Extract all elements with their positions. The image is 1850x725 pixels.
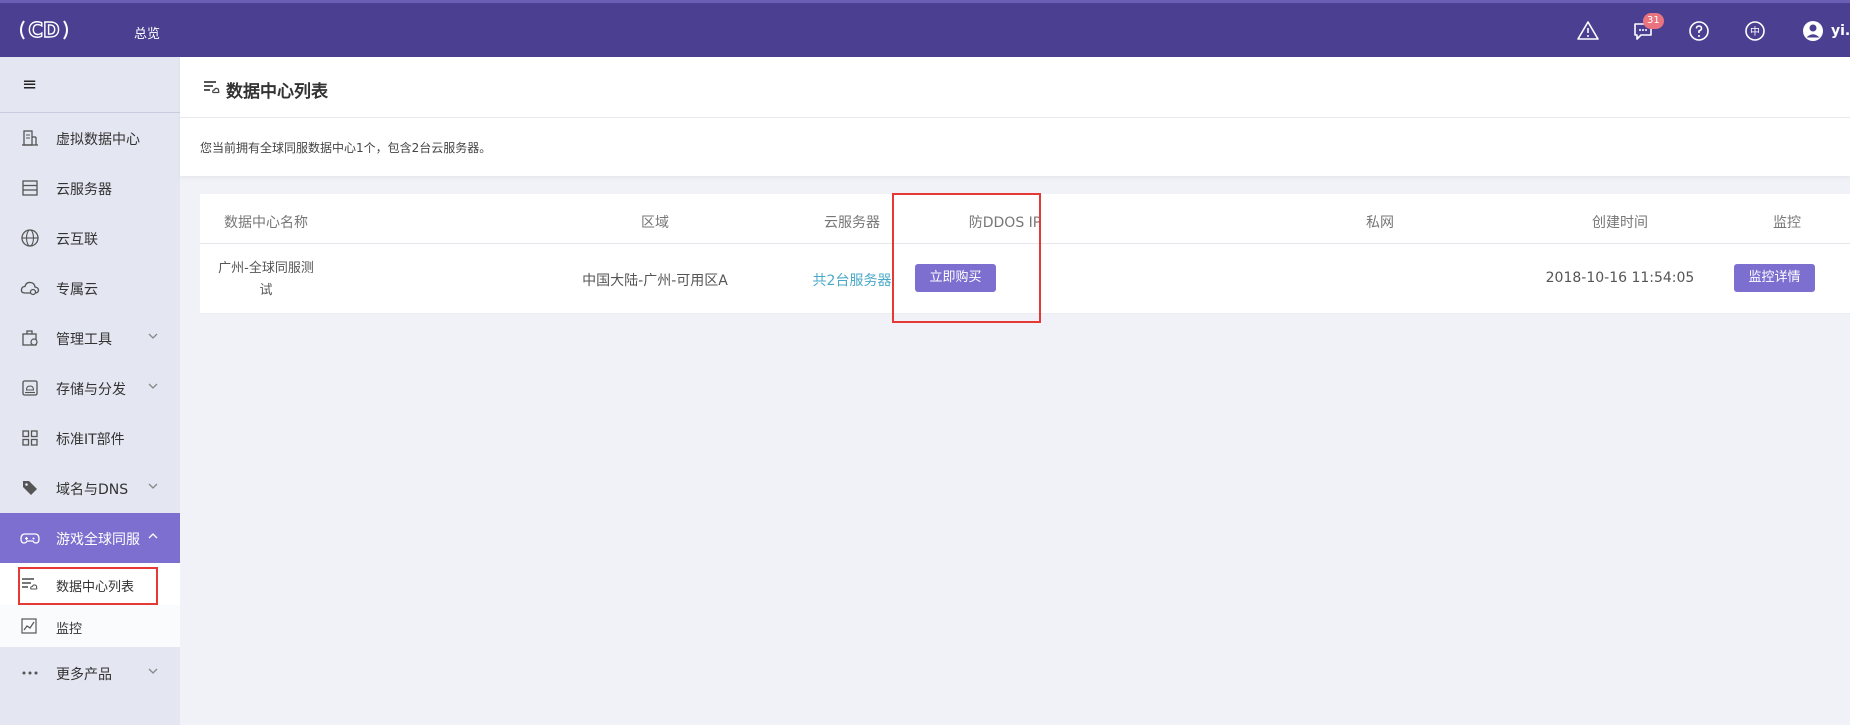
sidebar-subitem-label: 数据中心列表	[56, 580, 135, 595]
sidebar-item-virtual-dc[interactable]: 虚拟数据中心	[0, 113, 180, 163]
sidebar-item-label: 游戏全球同服	[56, 532, 140, 548]
sidebar-item-label: 专属云	[56, 282, 98, 298]
sidebar-subitem-datacenter-list[interactable]: 数据中心列表	[0, 563, 180, 605]
chevron-down-icon	[146, 329, 160, 343]
sidebar-item-cloud-server[interactable]: 云服务器	[0, 163, 180, 213]
more-icon	[20, 663, 40, 683]
created-time-cell: 2018-10-16 11:54:05	[1545, 270, 1695, 286]
language-icon[interactable]: 中	[1743, 19, 1767, 43]
sidebar-subitem-monitor[interactable]: 监控	[0, 605, 180, 647]
sidebar-toggle-button[interactable]: ≡	[0, 57, 180, 113]
sidebar-item-label: 标准IT部件	[56, 432, 125, 448]
datacenter-name: 广州-全球同服测 试	[218, 261, 314, 298]
row-divider	[200, 313, 1850, 314]
sidebar-subitem-label: 监控	[56, 622, 83, 637]
svg-text:CD: CD	[28, 18, 59, 42]
sidebar-item-cloud-interconnect[interactable]: 云互联	[0, 213, 180, 263]
chevron-up-icon	[146, 529, 160, 543]
svg-text:中: 中	[1750, 25, 1760, 38]
column-header: 防DDOS IP	[968, 215, 1042, 231]
sidebar-item-label: 虚拟数据中心	[56, 132, 140, 148]
storage-icon	[20, 378, 40, 398]
sidebar-item-label: 管理工具	[56, 332, 112, 348]
column-header: 区域	[641, 215, 669, 231]
column-header: 创建时间	[1592, 215, 1648, 231]
page-header: 数据中心列表 您当前拥有全球同服数据中心1个，包含2台云服务器。	[180, 57, 1850, 176]
page-summary: 您当前拥有全球同服数据中心1个，包含2台云服务器。	[200, 141, 492, 155]
gamepad-icon	[20, 528, 40, 548]
sidebar-item-management-tools[interactable]: 管理工具	[0, 313, 180, 363]
sidebar-item-more-products[interactable]: 更多产品	[0, 648, 180, 698]
tools-icon	[20, 328, 40, 348]
region-cell: 中国大陆-广州-可用区A	[582, 273, 728, 289]
menu-icon: ≡	[22, 74, 38, 95]
sidebar-item-storage-distribution[interactable]: 存储与分发	[0, 363, 180, 413]
list-icon	[202, 78, 220, 96]
user-name[interactable]: yi.p	[1831, 23, 1850, 39]
chart-icon	[20, 617, 38, 635]
buy-ddos-button[interactable]: 立即购买	[915, 264, 996, 292]
top-bar: CD 总览 31 中 yi.p	[0, 0, 1850, 57]
grid-icon	[20, 428, 40, 448]
sidebar-item-label: 域名与DNS	[56, 482, 129, 498]
sidebar-item-dedicated-cloud[interactable]: 专属云	[0, 263, 180, 313]
messages-badge: 31	[1643, 13, 1664, 29]
header-divider	[180, 117, 1850, 118]
sidebar-item-label: 云互联	[56, 232, 98, 248]
column-header: 私网	[1366, 215, 1394, 231]
sidebar-item-game-global[interactable]: 游戏全球同服	[0, 513, 180, 563]
user-avatar-icon[interactable]	[1801, 19, 1825, 43]
chevron-down-icon	[146, 479, 160, 493]
list-icon	[20, 575, 38, 593]
cloud-icon	[20, 278, 40, 298]
globe-icon	[20, 228, 40, 248]
datacenter-table: 数据中心名称 区域 云服务器 防DDOS IP 私网 创建时间 监控 广州-全球…	[200, 194, 1850, 314]
header-divider	[200, 243, 1850, 244]
column-header: 数据中心名称	[224, 215, 308, 231]
tag-icon	[20, 478, 40, 498]
column-header: 监控	[1773, 215, 1801, 231]
brand-logo[interactable]: CD	[18, 17, 70, 43]
page-title: 数据中心列表	[226, 82, 328, 102]
sidebar-item-label: 存储与分发	[56, 382, 126, 398]
building-icon	[20, 128, 40, 148]
sidebar-item-label: 云服务器	[56, 182, 112, 198]
servers-link[interactable]: 共2台服务器	[772, 270, 932, 290]
sidebar-item-domain-dns[interactable]: 域名与DNS	[0, 463, 180, 513]
sidebar-item-standard-it[interactable]: 标准IT部件	[0, 413, 180, 463]
alert-icon[interactable]	[1576, 19, 1600, 43]
monitor-detail-button[interactable]: 监控详情	[1734, 264, 1815, 292]
server-icon	[20, 178, 40, 198]
chevron-down-icon	[146, 379, 160, 393]
nav-overview-link[interactable]: 总览	[134, 23, 160, 42]
sidebar-item-label: 更多产品	[56, 667, 112, 683]
chevron-down-icon	[146, 664, 160, 678]
sidebar: ≡ 虚拟数据中心 云服务器 云互联 专属云 管理工具 存储与分发 标准IT部件 …	[0, 57, 180, 725]
help-icon[interactable]	[1687, 19, 1711, 43]
